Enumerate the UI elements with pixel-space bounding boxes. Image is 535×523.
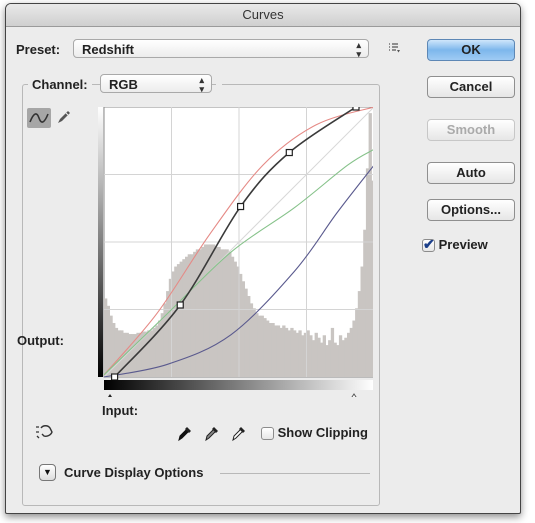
ok-button[interactable]: OK <box>427 39 515 61</box>
window-title: Curves <box>6 4 520 27</box>
show-clipping-checkbox[interactable]: Show Clipping <box>261 425 368 441</box>
output-label: Output: <box>17 333 64 348</box>
channel-select[interactable]: RGB ▴ ▾ <box>100 74 212 94</box>
disclosure-triangle-icon[interactable]: ▼ <box>39 464 56 481</box>
input-gradient-bar <box>104 380 373 390</box>
white-point-slider[interactable] <box>350 393 358 397</box>
preset-value: Redshift <box>82 42 134 57</box>
curves-dialog: Curves Preset: Redshift ▴ ▾ OK Cancel Smo… <box>5 3 521 514</box>
preset-select[interactable]: Redshift ▴ ▾ <box>73 39 369 59</box>
histogram-bin <box>371 180 373 377</box>
options-button[interactable]: Options... <box>427 199 515 221</box>
channel-label: Channel: <box>32 77 88 92</box>
curve-control-point[interactable] <box>110 373 119 381</box>
cancel-button[interactable]: Cancel <box>427 76 515 98</box>
section-divider <box>220 473 370 474</box>
select-arrows-icon: ▴ ▾ <box>199 75 204 94</box>
channel-header: Channel: <box>28 76 92 94</box>
smooth-button[interactable]: Smooth <box>427 119 515 141</box>
preview-checkbox[interactable]: Preview <box>422 236 488 253</box>
preset-label: Preset: <box>16 42 61 57</box>
curve-point-tool-icon[interactable] <box>27 108 51 128</box>
show-clipping-box <box>261 427 274 441</box>
pencil-tool-icon[interactable] <box>55 108 73 126</box>
channel-value: RGB <box>109 77 138 92</box>
targeted-adjustment-icon[interactable] <box>34 423 56 441</box>
select-arrows-icon: ▴ ▾ <box>356 40 361 59</box>
output-gradient-bar <box>98 107 103 377</box>
black-point-slider[interactable] <box>106 394 114 397</box>
curve-control-point[interactable] <box>236 202 245 211</box>
show-clipping-label: Show Clipping <box>277 425 368 440</box>
curve-display-options-label[interactable]: Curve Display Options <box>64 465 203 480</box>
preview-check-icon <box>422 236 435 253</box>
groupbox-gap <box>216 84 222 86</box>
auto-button[interactable]: Auto <box>427 162 515 184</box>
curve-control-point[interactable] <box>176 301 184 309</box>
input-label: Input: <box>102 403 139 418</box>
white-point-eyedropper-icon[interactable] <box>230 424 248 442</box>
gray-point-eyedropper-icon[interactable] <box>203 424 221 442</box>
black-point-eyedropper-icon[interactable] <box>176 424 194 442</box>
curves-graph[interactable] <box>98 107 373 397</box>
curve-control-point[interactable] <box>352 107 360 111</box>
preview-label: Preview <box>438 237 488 252</box>
curve-control-point[interactable] <box>285 148 293 157</box>
preset-options-icon[interactable] <box>387 41 401 55</box>
